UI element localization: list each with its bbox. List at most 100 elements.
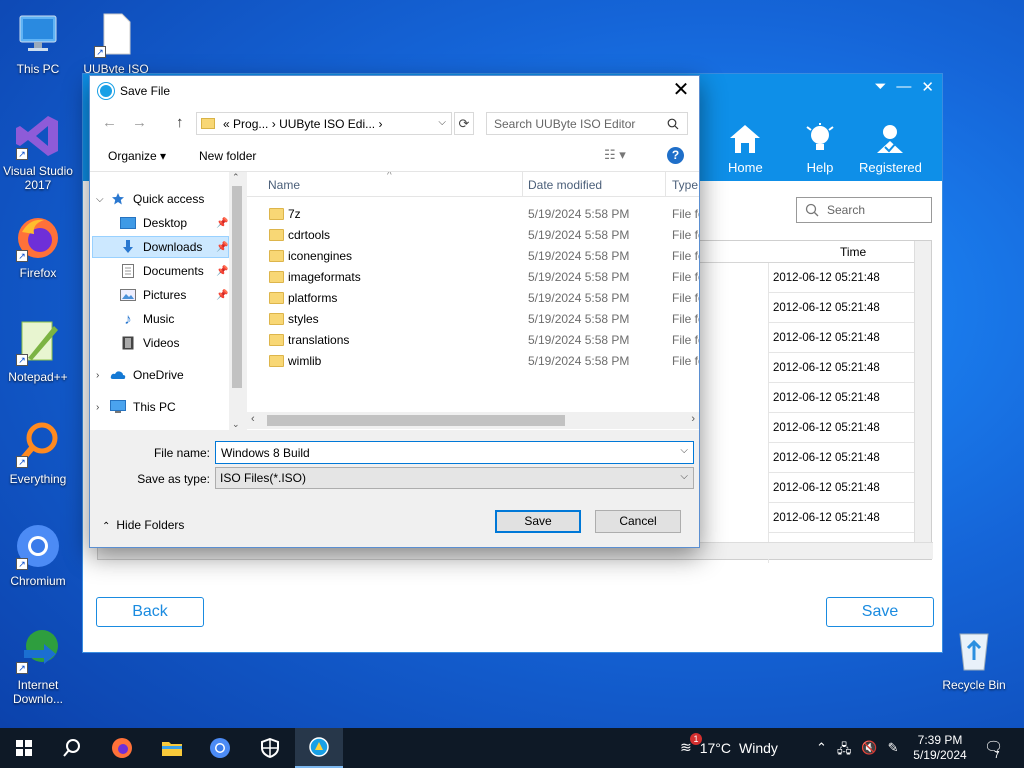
pin-icon[interactable]: 📌 xyxy=(216,290,228,301)
new-folder-button[interactable]: New folder xyxy=(199,149,256,163)
forward-arrow-icon[interactable]: → xyxy=(132,114,147,131)
minimize-icon[interactable]: — xyxy=(896,78,911,96)
table-row[interactable]: 2012-06-12 05:21:48 xyxy=(768,323,916,353)
time-column-header[interactable]: Time xyxy=(768,245,903,259)
uubyte-save-button[interactable]: Save xyxy=(826,597,934,627)
organize-button[interactable]: Organize ▾ xyxy=(108,149,166,163)
file-row[interactable]: translations 5/19/2024 5:58 PM File fo xyxy=(247,329,699,350)
nav-item-downloads[interactable]: Downloads 📌 xyxy=(120,236,228,258)
network-icon[interactable]: 🖧 xyxy=(837,740,852,762)
column-header-name[interactable]: Name xyxy=(268,178,300,192)
nav-item-desktop[interactable]: Desktop 📌 xyxy=(120,212,228,234)
table-row[interactable]: 2012-06-12 05:21:48 xyxy=(768,353,916,383)
desktop-icon-everything[interactable]: ↗ Everything xyxy=(0,420,76,486)
file-row[interactable]: imageformats 5/19/2024 5:58 PM File fo xyxy=(247,266,699,287)
file-row[interactable]: styles 5/19/2024 5:58 PM File fo xyxy=(247,308,699,329)
file-row[interactable]: iconengines 5/19/2024 5:58 PM File fo xyxy=(247,245,699,266)
close-icon[interactable]: ✕ xyxy=(921,78,934,96)
nav-item-quick-access[interactable]: ⌵ Quick access xyxy=(96,188,204,210)
save-button[interactable]: Save xyxy=(495,510,581,533)
nav-item-pictures[interactable]: Pictures 📌 xyxy=(120,284,228,306)
uubyte-table-vscrollbar[interactable] xyxy=(914,241,931,559)
desktop-icon-firefox[interactable]: ↗ Firefox xyxy=(0,214,76,280)
table-row[interactable]: 2012-06-12 05:21:48 xyxy=(768,293,916,323)
column-header-date[interactable]: Date modified xyxy=(528,178,602,192)
chevron-up-icon[interactable]: ⌃ xyxy=(816,740,827,762)
address-bar[interactable]: « Prog... › UUByte ISO Edi... › ⌵ xyxy=(196,112,452,135)
file-name-input[interactable]: Windows 8 Build ⌵ xyxy=(215,441,694,464)
table-row[interactable]: 2012-06-12 05:21:48 xyxy=(768,263,916,293)
pin-icon[interactable]: 📌 xyxy=(216,266,228,277)
nav-pane-scrollbar[interactable]: ⌃ ⌄ xyxy=(229,172,245,430)
desktop-icon-uubyte-iso[interactable]: ↗ UUByte ISO xyxy=(78,10,154,76)
chevron-right-icon[interactable]: › xyxy=(96,402,110,413)
breadcrumb-separator[interactable]: › xyxy=(378,117,382,131)
table-row[interactable]: 2012-06-12 05:21:48 xyxy=(768,383,916,413)
desktop-icon-internet-download[interactable]: ↗ Internet Downlo... xyxy=(0,626,76,706)
weather-widget[interactable]: ≋ 1 17°C Windy xyxy=(680,733,778,756)
taskbar-chromium[interactable] xyxy=(196,728,244,768)
column-separator[interactable] xyxy=(522,172,523,197)
nav-item-music[interactable]: ♪ Music xyxy=(120,308,174,330)
desktop-icon-this-pc[interactable]: This PC xyxy=(0,10,76,76)
pin-icon[interactable]: 📌 xyxy=(216,218,228,229)
breadcrumb-separator[interactable]: › xyxy=(272,117,276,131)
nav-item-documents[interactable]: Documents 📌 xyxy=(120,260,228,282)
view-options-icon[interactable]: ☷ ▾ xyxy=(604,147,626,163)
scroll-right-icon[interactable]: › xyxy=(691,413,695,425)
pin-icon[interactable]: 📌 xyxy=(216,242,228,253)
nav-item-onedrive[interactable]: › OneDrive xyxy=(96,364,184,386)
start-button[interactable] xyxy=(0,728,48,768)
taskbar-uubyte[interactable] xyxy=(295,728,343,768)
notification-center-button[interactable]: 🗨7 xyxy=(984,738,1009,761)
table-row[interactable]: 2012-06-12 05:21:48 xyxy=(768,473,916,503)
address-overflow[interactable]: « xyxy=(223,117,230,131)
dialog-titlebar[interactable]: Save File ✕ xyxy=(90,76,699,106)
scrollbar-thumb[interactable] xyxy=(232,186,242,388)
desktop-icon-notepadpp[interactable]: ↗ Notepad++ xyxy=(0,318,76,384)
chevron-down-icon[interactable]: ⌵ xyxy=(96,194,110,205)
file-row[interactable]: wimlib 5/19/2024 5:58 PM File fo xyxy=(247,350,699,371)
file-list-hscrollbar[interactable]: ‹ › xyxy=(247,412,699,429)
desktop-icon-recycle-bin[interactable]: Recycle Bin xyxy=(936,626,1012,692)
scroll-down-icon[interactable]: ⌄ xyxy=(232,419,240,430)
taskbar-file-explorer[interactable] xyxy=(148,728,196,768)
taskbar-firefox[interactable] xyxy=(98,728,146,768)
uubyte-nav-home[interactable]: Home xyxy=(728,122,763,175)
uubyte-nav-registered[interactable]: Registered xyxy=(859,122,922,175)
nav-item-this-pc[interactable]: › This PC xyxy=(96,396,176,418)
scroll-up-icon[interactable]: ⌃ xyxy=(232,172,240,183)
table-row[interactable]: 2012-06-12 05:21:48 xyxy=(768,443,916,473)
save-type-select[interactable]: ISO Files(*.ISO) ⌵ xyxy=(215,467,694,489)
dropdown-icon[interactable]: ⏷ xyxy=(874,78,886,96)
close-icon[interactable]: ✕ xyxy=(671,80,691,100)
back-arrow-icon[interactable]: ← xyxy=(102,114,117,131)
breadcrumb-item[interactable]: UUByte ISO Edi... xyxy=(279,117,375,131)
help-icon[interactable]: ? xyxy=(667,147,684,164)
cancel-button[interactable]: Cancel xyxy=(595,510,681,533)
file-row[interactable]: cdrtools 5/19/2024 5:58 PM File fo xyxy=(247,224,699,245)
breadcrumb-item[interactable]: Prog... xyxy=(233,117,268,131)
scroll-left-icon[interactable]: ‹ xyxy=(251,413,255,425)
refresh-button[interactable]: ⟳ xyxy=(454,112,474,135)
column-separator[interactable] xyxy=(665,172,666,197)
taskbar-security[interactable] xyxy=(246,728,294,768)
dialog-search-input[interactable]: Search UUByte ISO Editor xyxy=(486,112,688,135)
scrollbar-thumb[interactable] xyxy=(267,415,565,426)
pen-icon[interactable]: ✎ xyxy=(888,740,899,762)
taskbar-search-button[interactable] xyxy=(48,728,96,768)
column-header-type[interactable]: Type xyxy=(672,178,698,192)
nav-item-videos[interactable]: Videos xyxy=(120,332,179,354)
table-row[interactable]: 2012-06-12 05:21:48 xyxy=(768,503,916,533)
volume-muted-icon[interactable]: 🔇 xyxy=(861,740,877,762)
uubyte-search-input[interactable]: Search xyxy=(796,197,932,223)
uubyte-nav-help[interactable]: Help xyxy=(803,122,837,175)
chevron-down-icon[interactable]: ⌵ xyxy=(680,445,688,456)
chevron-right-icon[interactable]: › xyxy=(96,370,110,381)
chevron-down-icon[interactable]: ⌵ xyxy=(438,117,446,128)
back-button[interactable]: Back xyxy=(96,597,204,627)
file-row[interactable]: platforms 5/19/2024 5:58 PM File fo xyxy=(247,287,699,308)
file-row[interactable]: 7z 5/19/2024 5:58 PM File fo xyxy=(247,203,699,224)
table-row[interactable]: 2012-06-12 05:21:48 xyxy=(768,413,916,443)
clock[interactable]: 7:39 PM 5/19/2024 xyxy=(910,733,970,763)
